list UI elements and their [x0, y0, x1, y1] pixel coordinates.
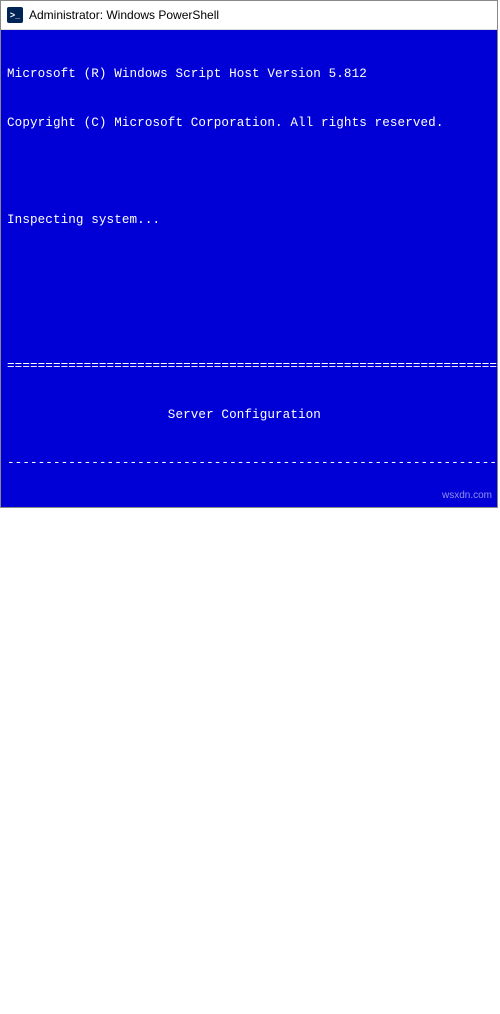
window-title: Administrator: Windows PowerShell	[29, 8, 219, 22]
blank	[1, 261, 497, 277]
header-line-1: Microsoft (R) Windows Script Host Versio…	[1, 66, 497, 82]
header-line-2: Copyright (C) Microsoft Corporation. All…	[1, 115, 497, 131]
powershell-window: >_ Administrator: Windows PowerShell Mic…	[0, 0, 498, 508]
blank	[1, 164, 497, 180]
menu-item: 6) Download and Install Updates	[1, 876, 497, 892]
blank	[1, 974, 497, 990]
menu-item: 5) Windows Update Settings:DownloadOnly	[1, 828, 497, 844]
blank	[1, 309, 497, 325]
status-line: Inspecting system...	[1, 212, 497, 228]
powershell-icon: >_	[7, 7, 23, 23]
blank	[1, 763, 497, 779]
menu-item: 7) Remote Desktop:Disabled	[1, 925, 497, 941]
titlebar[interactable]: >_ Administrator: Windows PowerShell	[1, 1, 497, 30]
divider-top: ========================================…	[1, 358, 497, 374]
menu-item: 1) Domain/Workgroup:Workgroup: WORKGROUP	[1, 569, 497, 585]
menu-item: 4) Configure Remote ManagementEnabled	[1, 714, 497, 730]
watermark-text: wsxdn.com	[442, 490, 492, 501]
menu-item: 2) Computer Name:WIN-O3VVR3DM3ML	[1, 617, 497, 633]
blank	[1, 504, 497, 520]
console-area[interactable]: Microsoft (R) Windows Script Host Versio…	[1, 30, 497, 507]
divider-bottom: ----------------------------------------…	[1, 455, 497, 471]
menu-item: 3) Add Local Administrator	[1, 666, 497, 682]
section-title: Server Configuration	[1, 407, 497, 423]
